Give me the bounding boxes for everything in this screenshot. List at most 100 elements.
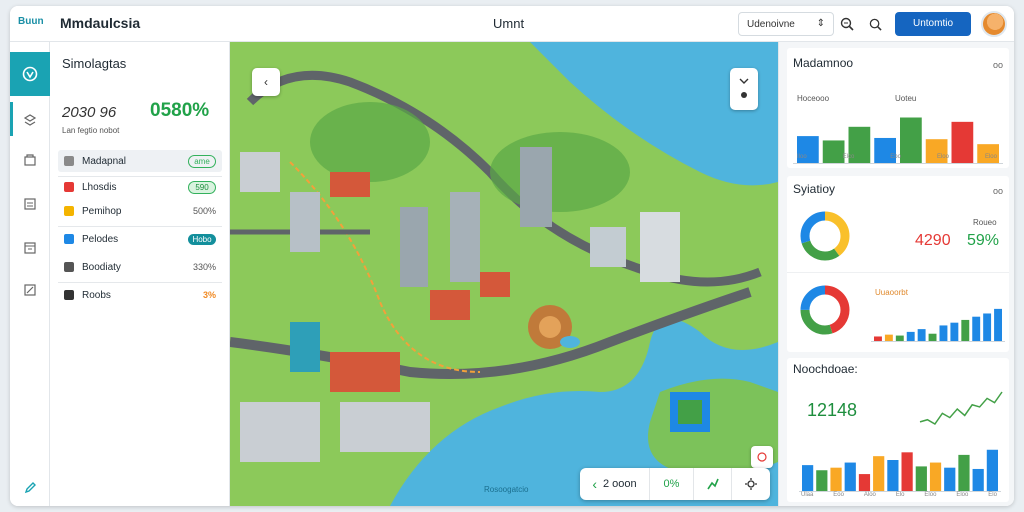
icon-rail bbox=[10, 42, 50, 506]
list-item[interactable]: Roobs 3% bbox=[58, 284, 222, 306]
list-item[interactable]: Madapnal ame bbox=[58, 150, 222, 172]
chart-bar bbox=[917, 329, 926, 342]
rail-package[interactable] bbox=[16, 146, 44, 174]
tick-label: Aloo bbox=[863, 492, 876, 498]
list-divider bbox=[58, 226, 222, 227]
analytics-panel: Madamnoo oo Hoceooo Uoteu Iloo Elco Ebo Elo… bbox=[778, 42, 1014, 506]
search-icon bbox=[869, 18, 882, 31]
rail-map-layers[interactable] bbox=[16, 106, 44, 134]
edit-icon bbox=[24, 482, 36, 494]
tick-label: Iloo bbox=[797, 154, 807, 160]
city-map[interactable]: ‹ Rosoogatcio ‹ 2 ooon 0% bbox=[230, 42, 778, 506]
list-item-label: Lhosdis bbox=[82, 181, 117, 193]
card2-menu[interactable]: oo bbox=[993, 186, 1003, 196]
map-layers-button[interactable] bbox=[730, 68, 758, 110]
chart-bar bbox=[858, 474, 871, 492]
list-item-icon bbox=[64, 182, 74, 192]
chart-bar bbox=[887, 460, 899, 492]
card3-bar-chart bbox=[799, 449, 1001, 492]
list-item-value: 590 bbox=[188, 180, 216, 194]
tick-label: Eloo bbox=[936, 154, 949, 160]
route-icon bbox=[706, 478, 719, 490]
building-block bbox=[240, 402, 320, 462]
card1-menu[interactable]: oo bbox=[993, 60, 1003, 70]
zoom-search-button[interactable] bbox=[836, 13, 858, 35]
chart-bar bbox=[906, 331, 915, 342]
card-statistics: Syiatioy oo Roueo 4290 59% Uuaoorbt bbox=[787, 176, 1009, 352]
red-roof-building bbox=[330, 172, 370, 197]
list-item[interactable]: Boodiaty 330% bbox=[58, 256, 222, 278]
page-title: Umnt bbox=[493, 16, 525, 31]
tick-label: Ebo bbox=[890, 154, 901, 160]
list-item[interactable]: Lhosdis 590 bbox=[58, 176, 222, 198]
card-bar-chart: Madamnoo oo Hoceooo Uoteu Iloo Elco Ebo Elo… bbox=[787, 48, 1009, 168]
avatar[interactable] bbox=[981, 11, 1007, 37]
stadium-field bbox=[678, 400, 702, 424]
rail-edit[interactable] bbox=[16, 474, 44, 502]
red-roof-building bbox=[330, 352, 400, 392]
chart-bar bbox=[972, 468, 984, 492]
rail-active-indicator bbox=[10, 102, 13, 136]
hill bbox=[490, 132, 630, 212]
chevron-left-icon: ‹ bbox=[592, 476, 597, 492]
calendar-icon bbox=[24, 284, 36, 296]
rail-home[interactable] bbox=[10, 52, 50, 96]
red-roof-building bbox=[430, 290, 470, 320]
map-route-button[interactable] bbox=[694, 468, 732, 500]
chart-icon bbox=[24, 242, 36, 254]
chart-bar bbox=[873, 456, 885, 492]
tick-label: Elo bbox=[895, 492, 905, 498]
stat-subtitle: Lan fegtio nobot bbox=[62, 126, 120, 135]
chart-bar bbox=[874, 137, 896, 164]
rail-calendar[interactable] bbox=[16, 276, 44, 304]
compass-icon bbox=[757, 452, 767, 462]
chart-bar bbox=[915, 466, 927, 492]
list-item-label: Madapnal bbox=[82, 155, 126, 167]
building bbox=[240, 152, 280, 192]
location-pin-icon bbox=[22, 66, 38, 82]
chart-bar bbox=[816, 470, 828, 492]
chart-bar bbox=[925, 139, 948, 164]
stat-percent: 0580% bbox=[150, 100, 210, 121]
rail-chart[interactable] bbox=[16, 234, 44, 262]
map-location-chip: Rosoogatcio bbox=[484, 485, 529, 494]
list-item-icon bbox=[64, 206, 74, 216]
chart-bar bbox=[830, 467, 842, 492]
list-item-label: Pemihop bbox=[82, 205, 122, 217]
view-select[interactable]: Udenoivne ⇕ bbox=[738, 12, 834, 36]
map-settings-button[interactable] bbox=[732, 468, 770, 500]
chart-bar bbox=[950, 322, 959, 342]
chart-bar bbox=[939, 325, 948, 342]
glass-building bbox=[290, 322, 320, 372]
chart-bar bbox=[972, 316, 981, 342]
list-item[interactable]: Pemihop 500% bbox=[58, 200, 222, 222]
compass-button[interactable] bbox=[751, 446, 773, 468]
building bbox=[520, 147, 552, 227]
card1-title: Madamnoo bbox=[793, 56, 854, 70]
card2-title: Syiatioy bbox=[793, 182, 836, 196]
primary-action-button[interactable]: Untomtio bbox=[895, 12, 971, 36]
chart-bar bbox=[928, 333, 937, 342]
map-back-button[interactable]: ‹ bbox=[252, 68, 280, 96]
chart-bar bbox=[844, 462, 856, 492]
map-nav-button[interactable]: ‹ 2 ooon bbox=[580, 468, 650, 500]
tick-label: Eoo bbox=[833, 492, 844, 498]
building bbox=[400, 207, 428, 287]
rail-document[interactable] bbox=[16, 190, 44, 218]
search-button[interactable] bbox=[864, 13, 886, 35]
card2-number: 4290 bbox=[915, 232, 951, 249]
settings-icon bbox=[745, 478, 757, 490]
map-canvas bbox=[230, 42, 778, 506]
red-roof-building bbox=[480, 272, 510, 297]
chart-bar bbox=[884, 334, 893, 342]
map-percent[interactable]: 0% bbox=[650, 468, 694, 500]
list-item-icon bbox=[64, 156, 74, 166]
left-panel: Simolagtas 2030 96 0580% Lan fegtio nobo… bbox=[50, 42, 230, 506]
building bbox=[590, 227, 626, 267]
list-item[interactable]: Pelodes Hobo bbox=[58, 228, 222, 250]
list-item-icon bbox=[64, 290, 74, 300]
list-item-value: 3% bbox=[202, 290, 216, 300]
map-toolbar: ‹ 2 ooon 0% bbox=[580, 468, 770, 500]
map-layers-icon bbox=[739, 78, 749, 98]
map-layers-icon bbox=[23, 114, 37, 126]
